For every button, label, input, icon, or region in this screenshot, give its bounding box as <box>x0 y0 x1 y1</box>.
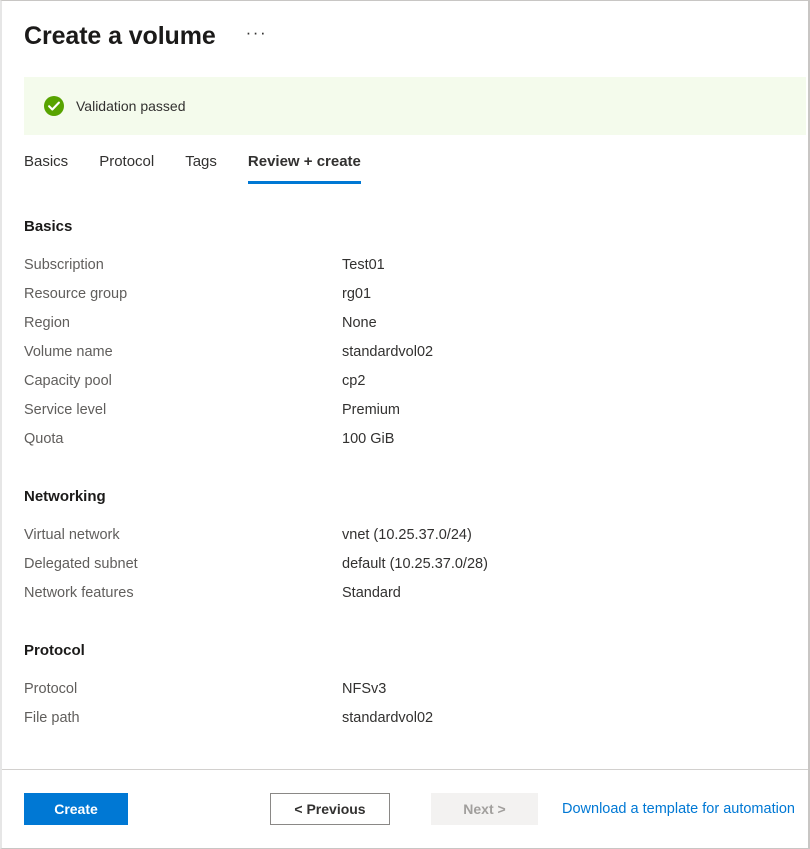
tab-tags[interactable]: Tags <box>185 152 217 184</box>
check-circle-icon <box>44 96 64 116</box>
summary-value: None <box>342 309 377 338</box>
create-button[interactable]: Create <box>24 793 128 825</box>
summary-row: File path standardvol02 <box>24 704 808 733</box>
tab-protocol[interactable]: Protocol <box>99 152 154 184</box>
summary-row: Protocol NFSv3 <box>24 675 808 704</box>
summary-key: Service level <box>24 396 342 425</box>
summary-key: Subscription <box>24 251 342 280</box>
summary-value: Premium <box>342 396 400 425</box>
blade-header: Create a volume ··· <box>2 1 808 57</box>
summary-row: Subscription Test01 <box>24 251 808 280</box>
tab-review-create[interactable]: Review + create <box>248 152 361 184</box>
section-networking: Networking Virtual network vnet (10.25.3… <box>24 487 808 608</box>
download-template-link[interactable]: Download a template for automation <box>562 801 795 817</box>
summary-value: Standard <box>342 579 401 608</box>
summary-row: Network features Standard <box>24 579 808 608</box>
summary-key: Capacity pool <box>24 367 342 396</box>
section-title: Networking <box>24 487 808 507</box>
summary-row: Volume name standardvol02 <box>24 338 808 367</box>
summary-value: Test01 <box>342 251 385 280</box>
footer-action-bar: Create < Previous Next > Download a temp… <box>2 769 808 848</box>
summary-row: Delegated subnet default (10.25.37.0/28) <box>24 550 808 579</box>
summary-value: standardvol02 <box>342 704 433 733</box>
validation-banner: Validation passed <box>24 77 806 135</box>
summary-row: Resource group rg01 <box>24 280 808 309</box>
summary-row: Service level Premium <box>24 396 808 425</box>
section-title: Protocol <box>24 641 808 661</box>
summary-key: Network features <box>24 579 342 608</box>
section-title: Basics <box>24 217 808 237</box>
create-volume-blade: Create a volume ··· Validation passed Ba… <box>0 0 810 849</box>
section-protocol: Protocol Protocol NFSv3 File path standa… <box>24 641 808 733</box>
summary-value: vnet (10.25.37.0/24) <box>342 521 472 550</box>
tab-basics[interactable]: Basics <box>24 152 68 184</box>
section-basics: Basics Subscription Test01 Resource grou… <box>24 217 808 454</box>
summary-row: Capacity pool cp2 <box>24 367 808 396</box>
previous-button[interactable]: < Previous <box>270 793 390 825</box>
summary-value: default (10.25.37.0/28) <box>342 550 488 579</box>
next-button: Next > <box>431 793 538 825</box>
previous-button-wrap: < Previous <box>270 793 390 825</box>
summary-key: Delegated subnet <box>24 550 342 579</box>
summary-value: cp2 <box>342 367 365 396</box>
summary-row: Virtual network vnet (10.25.37.0/24) <box>24 521 808 550</box>
next-button-wrap: Next > <box>431 793 538 825</box>
summary-value: 100 GiB <box>342 425 394 454</box>
summary-value: rg01 <box>342 280 371 309</box>
summary-value: NFSv3 <box>342 675 386 704</box>
more-options-icon[interactable]: ··· <box>246 28 267 44</box>
summary-key: Region <box>24 309 342 338</box>
review-content: Basics Subscription Test01 Resource grou… <box>2 217 808 733</box>
summary-value: standardvol02 <box>342 338 433 367</box>
summary-key: Resource group <box>24 280 342 309</box>
summary-key: Volume name <box>24 338 342 367</box>
summary-row: Quota 100 GiB <box>24 425 808 454</box>
summary-key: Virtual network <box>24 521 342 550</box>
summary-key: Quota <box>24 425 342 454</box>
summary-row: Region None <box>24 309 808 338</box>
page-title: Create a volume <box>24 21 216 51</box>
summary-key: File path <box>24 704 342 733</box>
wizard-tabs: Basics Protocol Tags Review + create <box>24 148 808 184</box>
validation-message: Validation passed <box>76 96 185 116</box>
summary-key: Protocol <box>24 675 342 704</box>
